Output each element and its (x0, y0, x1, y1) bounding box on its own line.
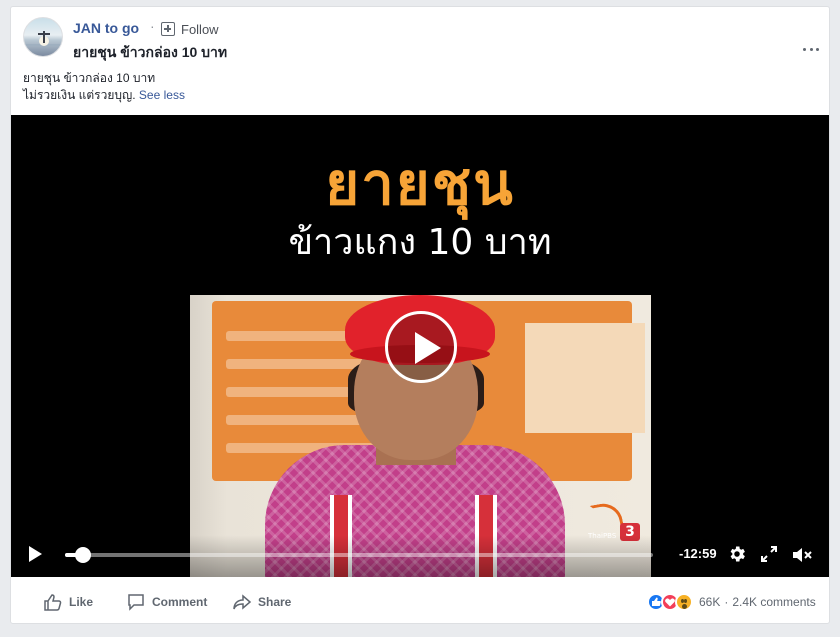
video-overlay-subtitle: ข้าวแกง 10 บาท (288, 222, 552, 263)
page-name-link[interactable]: JAN to go (73, 20, 139, 36)
like-button[interactable]: Like (43, 591, 93, 613)
follow-icon (161, 22, 175, 36)
thumbs-up-icon (44, 594, 62, 611)
comment-count[interactable]: 2.4K comments (732, 595, 815, 609)
header-separator: · (150, 18, 155, 34)
video-controls: -12:59 (11, 535, 829, 577)
see-less-link[interactable]: See less (139, 88, 185, 102)
video-player[interactable]: ยายชุน ข้าวแกง 10 บาท 3 ThaiPBS (11, 115, 829, 577)
progress-bar[interactable] (65, 553, 653, 557)
time-remaining: -12:59 (679, 546, 717, 561)
share-arrow-icon (233, 594, 252, 610)
post-caption: ยายชุน ข้าวกล่อง 10 บาท ไม่รวยเงิน แต่รว… (23, 70, 813, 104)
fullscreen-icon[interactable] (760, 545, 778, 563)
follow-button[interactable]: Follow (161, 20, 219, 38)
play-icon[interactable] (27, 545, 43, 563)
comment-bubble-icon (128, 594, 144, 611)
wow-reaction-icon (675, 593, 693, 611)
comment-label: Comment (152, 595, 208, 609)
caption-line-1: ยายชุน ข้าวกล่อง 10 บาท (23, 71, 156, 85)
more-options-button[interactable] (803, 45, 819, 53)
play-overlay-button[interactable] (385, 311, 457, 383)
post-title: ยายชุน ข้าวกล่อง 10 บาท (73, 44, 228, 60)
more-dot-icon (809, 47, 813, 51)
share-label: Share (258, 595, 292, 609)
like-label: Like (69, 595, 94, 609)
avatar-figure-arms (38, 33, 50, 35)
reaction-count: 66K (699, 595, 721, 609)
menu-line (226, 415, 366, 425)
more-dot-icon (803, 47, 806, 51)
post-card: JAN to go · Follow ยายชุน ข้าวกล่อง 10 บ… (10, 6, 830, 624)
more-dot-icon (816, 47, 819, 51)
footer-separator: · (724, 595, 729, 609)
share-button[interactable]: Share (232, 591, 291, 613)
page-avatar[interactable] (23, 17, 63, 57)
post-header: JAN to go · Follow ยายชุน ข้าวกล่อง 10 บ… (23, 17, 819, 61)
background-panel (525, 323, 645, 433)
follow-label: Follow (181, 21, 219, 37)
post-actions-bar: Like Comment Share 66K · 2.4K comments (11, 583, 829, 623)
muted-speaker-icon[interactable] (791, 545, 813, 565)
caption-text: ไม่รวยเงิน แต่รวยบุญ. (23, 88, 136, 102)
settings-gear-icon[interactable] (727, 544, 747, 564)
reaction-summary[interactable]: 66K · 2.4K comments (647, 591, 816, 613)
comment-button[interactable]: Comment (126, 591, 207, 613)
progress-handle[interactable] (74, 547, 91, 563)
caption-line-2: ไม่รวยเงิน แต่รวยบุญ. See less (23, 87, 813, 104)
